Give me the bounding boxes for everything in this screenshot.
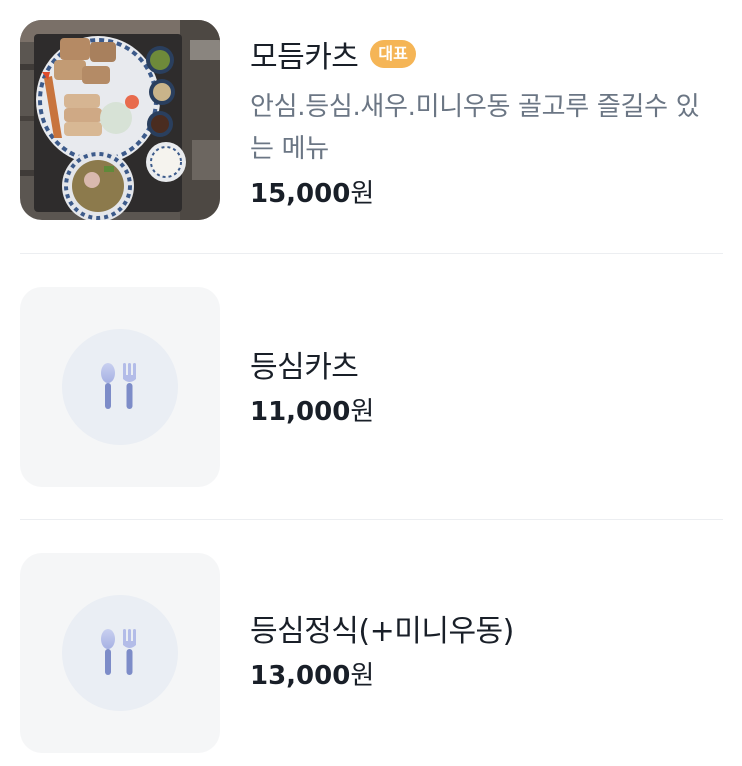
placeholder-circle bbox=[62, 329, 178, 445]
menu-info: 등심카츠 11,000원 bbox=[250, 342, 720, 432]
price-currency: 원 bbox=[350, 179, 375, 209]
menu-info: 등심정식(+미니우동) 13,000원 bbox=[250, 606, 720, 696]
price-value: 11,000 bbox=[250, 397, 351, 427]
menu-image-placeholder bbox=[20, 287, 220, 487]
menu-name: 모듬카츠 bbox=[250, 40, 359, 75]
menu-name: 등심카츠 bbox=[250, 350, 359, 385]
menu-item[interactable]: 등심카츠 11,000원 bbox=[20, 254, 723, 520]
menu-name: 등심정식(+미니우동) bbox=[250, 614, 514, 649]
menu-name-row: 등심카츠 bbox=[250, 342, 720, 386]
price-currency: 원 bbox=[350, 397, 375, 427]
menu-list: 모듬카츠 대표 안심.등심.새우.미니우동 골고루 즐길수 있는 메뉴 15,0… bbox=[20, 0, 723, 766]
menu-item[interactable]: 등심정식(+미니우동) 13,000원 bbox=[20, 520, 723, 766]
menu-price: 15,000원 bbox=[250, 174, 720, 214]
menu-photo bbox=[20, 20, 220, 220]
menu-name-row: 등심정식(+미니우동) bbox=[250, 606, 720, 650]
menu-name-row: 모듬카츠 대표 bbox=[250, 32, 720, 76]
menu-info: 모듬카츠 대표 안심.등심.새우.미니우동 골고루 즐길수 있는 메뉴 15,0… bbox=[250, 32, 720, 214]
menu-price: 13,000원 bbox=[250, 656, 720, 696]
menu-image-placeholder bbox=[20, 553, 220, 753]
menu-item[interactable]: 모듬카츠 대표 안심.등심.새우.미니우동 골고루 즐길수 있는 메뉴 15,0… bbox=[20, 0, 723, 254]
menu-description: 안심.등심.새우.미니우동 골고루 즐길수 있는 메뉴 bbox=[250, 92, 700, 164]
signature-badge: 대표 bbox=[370, 40, 416, 68]
price-currency: 원 bbox=[350, 661, 375, 691]
spoon-fork-icon bbox=[101, 629, 136, 675]
placeholder-circle bbox=[62, 595, 178, 711]
spoon-fork-icon bbox=[101, 363, 136, 409]
price-value: 15,000 bbox=[250, 179, 351, 209]
price-value: 13,000 bbox=[250, 661, 351, 691]
menu-price: 11,000원 bbox=[250, 392, 720, 432]
